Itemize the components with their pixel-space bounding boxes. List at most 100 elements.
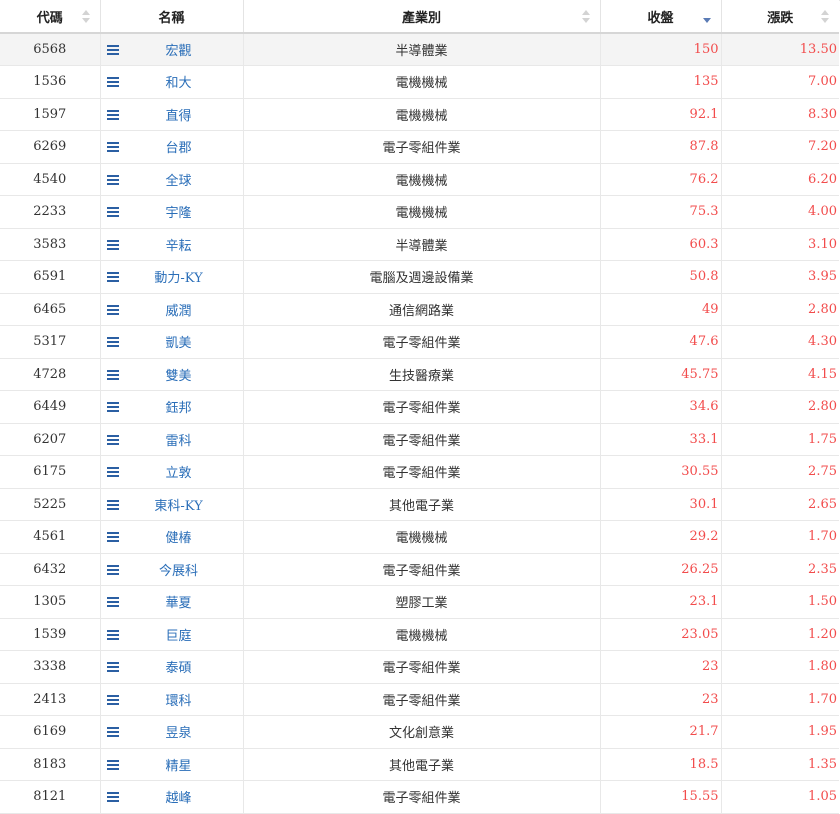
list-icon[interactable] (106, 45, 119, 55)
stock-name-link[interactable]: 華夏 (151, 596, 191, 611)
header-close[interactable]: 收盤 (600, 0, 722, 34)
list-icon[interactable] (106, 434, 119, 445)
table-row[interactable]: 1539 巨庭 電機機械 23.05 1.20 (0, 618, 839, 651)
stock-name-link[interactable]: 精星 (151, 759, 191, 774)
stock-code: 6449 (0, 390, 101, 424)
stock-code: 6207 (0, 423, 101, 456)
table-row[interactable]: 5225 東科-KY 其他電子業 30.1 2.65 (0, 488, 839, 521)
table-row[interactable]: 3583 辛耘 半導體業 60.3 3.10 (0, 228, 839, 261)
table-row[interactable]: 6175 立敦 電子零組件業 30.55 2.75 (0, 455, 839, 489)
table-row[interactable]: 2233 宇隆 電機機械 75.3 4.00 (0, 195, 839, 229)
table-row[interactable]: 6449 鈺邦 電子零組件業 34.6 2.80 (0, 390, 839, 424)
table-row[interactable]: 6568 宏觀 半導體業 150 13.50 (0, 33, 839, 66)
sort-descending-icon[interactable] (702, 10, 711, 24)
list-icon[interactable] (106, 532, 119, 542)
header-code[interactable]: 代碼 (0, 0, 101, 34)
list-icon[interactable] (106, 77, 119, 87)
stock-name-link[interactable]: 威潤 (151, 304, 191, 319)
stock-name-cell: 威潤 (100, 293, 244, 326)
price-change: 13.50 (721, 33, 839, 66)
price-change: 1.05 (721, 780, 839, 814)
table-row[interactable]: 6207 雷科 電子零組件業 33.1 1.75 (0, 423, 839, 456)
stock-name-link[interactable]: 凱美 (151, 336, 191, 351)
stock-name-link[interactable]: 越峰 (151, 791, 191, 806)
table-row[interactable]: 3338 泰碩 電子零組件業 23 1.80 (0, 650, 839, 684)
stock-name-link[interactable]: 鈺邦 (151, 401, 191, 416)
stock-name-link[interactable]: 昱泉 (151, 726, 191, 741)
list-icon[interactable] (106, 759, 119, 770)
table-row[interactable]: 8121 越峰 電子零組件業 15.55 1.05 (0, 780, 839, 814)
stock-name-link[interactable]: 泰碩 (151, 661, 191, 676)
stock-name-link[interactable]: 巨庭 (151, 629, 191, 644)
header-industry[interactable]: 產業別 (243, 0, 601, 34)
stock-name-link[interactable]: 東科-KY (140, 499, 202, 514)
price-change: 1.20 (721, 618, 839, 651)
table-row[interactable]: 4728 雙美 生技醫療業 45.75 4.15 (0, 358, 839, 391)
table-row[interactable]: 6169 昱泉 文化創意業 21.7 1.95 (0, 715, 839, 749)
stock-name-cell: 環科 (100, 683, 244, 716)
table-row[interactable]: 6465 威潤 通信網路業 49 2.80 (0, 293, 839, 326)
table-row[interactable]: 1536 和大 電機機械 135 7.00 (0, 65, 839, 99)
list-icon[interactable] (106, 597, 119, 607)
table-row[interactable]: 2413 環科 電子零組件業 23 1.70 (0, 683, 839, 716)
stock-name-cell: 精星 (100, 748, 244, 781)
table-row[interactable]: 4561 健椿 電機機械 29.2 1.70 (0, 520, 839, 554)
sort-arrows-icon[interactable] (821, 10, 829, 24)
header-change[interactable]: 漲跌 (721, 0, 839, 34)
table-row[interactable]: 1305 華夏 塑膠工業 23.1 1.50 (0, 585, 839, 619)
list-icon[interactable] (106, 727, 119, 737)
list-icon[interactable] (106, 142, 119, 152)
close-price: 135 (600, 65, 722, 99)
list-icon[interactable] (106, 272, 119, 282)
industry: 通信網路業 (243, 293, 601, 326)
stock-name-link[interactable]: 全球 (151, 174, 191, 189)
list-icon[interactable] (106, 337, 119, 347)
stock-name-link[interactable]: 和大 (151, 76, 191, 91)
stock-name-link[interactable]: 台郡 (151, 141, 191, 156)
list-icon[interactable] (106, 402, 119, 412)
list-icon[interactable] (106, 629, 119, 640)
list-icon[interactable] (106, 304, 119, 315)
table-row[interactable]: 5317 凱美 電子零組件業 47.6 4.30 (0, 325, 839, 359)
stock-name-link[interactable]: 健椿 (151, 531, 191, 546)
close-price: 87.8 (600, 130, 722, 164)
table-row[interactable]: 6269 台郡 電子零組件業 87.8 7.20 (0, 130, 839, 164)
industry: 文化創意業 (243, 715, 601, 749)
stock-name-link[interactable]: 動力-KY (140, 271, 202, 286)
close-price: 30.55 (600, 455, 722, 489)
price-change: 3.95 (721, 260, 839, 294)
sort-arrows-icon[interactable] (581, 10, 590, 24)
list-icon[interactable] (106, 174, 119, 185)
stock-name-link[interactable]: 直得 (151, 109, 191, 124)
table-row[interactable]: 1597 直得 電機機械 92.1 8.30 (0, 98, 839, 131)
list-icon[interactable] (106, 369, 119, 380)
list-icon[interactable] (106, 792, 119, 802)
table-row[interactable]: 4540 全球 電機機械 76.2 6.20 (0, 163, 839, 196)
stock-name-cell: 台郡 (100, 130, 244, 164)
list-icon[interactable] (106, 662, 119, 672)
list-icon[interactable] (106, 239, 119, 250)
list-icon[interactable] (106, 207, 119, 217)
stock-name-link[interactable]: 今展科 (145, 564, 198, 579)
table-row[interactable]: 6591 動力-KY 電腦及週邊設備業 50.8 3.95 (0, 260, 839, 294)
header-industry-label: 產業別 (401, 10, 441, 26)
stock-name-link[interactable]: 辛耘 (151, 239, 191, 254)
price-change: 4.15 (721, 358, 839, 391)
stock-name-link[interactable]: 雷科 (151, 434, 191, 449)
list-icon[interactable] (106, 467, 119, 477)
stock-name-link[interactable]: 環科 (151, 694, 191, 709)
stock-name-link[interactable]: 雙美 (151, 369, 191, 384)
stock-code: 8121 (0, 780, 101, 814)
list-icon[interactable] (106, 499, 119, 510)
list-icon[interactable] (106, 694, 119, 705)
sort-arrows-icon[interactable] (81, 10, 90, 24)
stock-name-link[interactable]: 宏觀 (151, 44, 191, 59)
close-price: 60.3 (600, 228, 722, 261)
table-row[interactable]: 6432 今展科 電子零組件業 26.25 2.35 (0, 553, 839, 586)
stock-name-link[interactable]: 立敦 (151, 466, 191, 481)
stock-name-cell: 巨庭 (100, 618, 244, 651)
list-icon[interactable] (106, 109, 119, 120)
table-row[interactable]: 8183 精星 其他電子業 18.5 1.35 (0, 748, 839, 781)
list-icon[interactable] (106, 564, 119, 575)
stock-name-link[interactable]: 宇隆 (151, 206, 191, 221)
